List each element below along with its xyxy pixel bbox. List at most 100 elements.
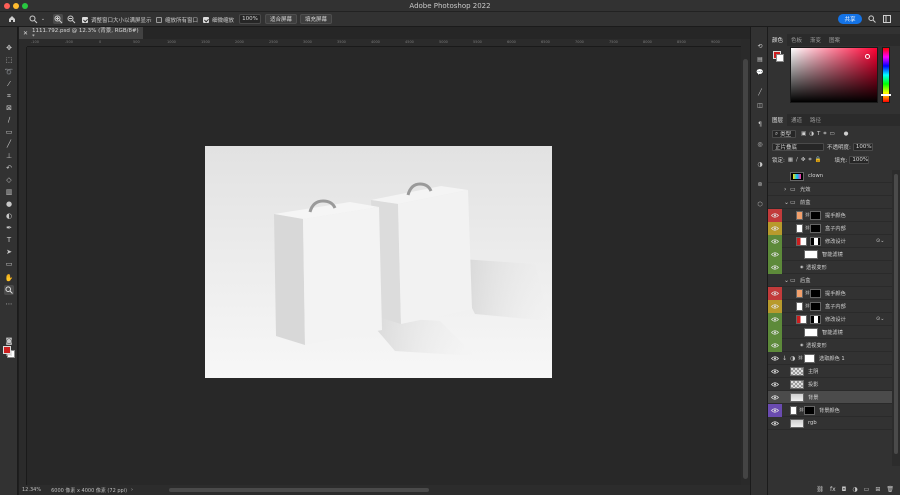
vertical-ruler[interactable]: [19, 47, 27, 485]
zoom-all-windows-checkbox[interactable]: 缩放所有窗口: [156, 15, 198, 24]
dodge-tool-icon[interactable]: ◐: [4, 211, 14, 221]
tab-patterns[interactable]: 图案: [825, 34, 844, 46]
layer-mask-thumbnail[interactable]: [804, 354, 815, 363]
link-icon[interactable]: ⛓: [798, 355, 803, 360]
layer-name[interactable]: 透视变形: [806, 264, 827, 271]
vertical-scroll-thumb[interactable]: [743, 59, 748, 479]
healing-brush-tool-icon[interactable]: ▭: [4, 127, 14, 137]
layer-filter-icons[interactable]: ▣◑T⌗▭: [801, 131, 838, 138]
chevron-down-icon[interactable]: ⌄: [784, 277, 789, 284]
fit-screen-button[interactable]: 适合屏幕: [265, 14, 297, 24]
smart-object-badge-icon[interactable]: ⊙⌄: [876, 238, 884, 244]
layer-row[interactable]: ⌄ ▭ 前盒: [768, 196, 892, 209]
layer-row[interactable]: ⛓ 盒子内部: [768, 300, 892, 313]
layer-row[interactable]: 背景: [768, 391, 892, 404]
document-tab[interactable]: ✕ 1111.792.psd @ 12.3% (背景, RGB/8#) *: [19, 27, 143, 40]
adjustment-layer-icon[interactable]: ◑: [790, 355, 795, 362]
layer-row[interactable]: ↓ ◑ ⛓ 选取颜色 1: [768, 352, 892, 365]
properties-panel-icon[interactable]: ▤: [755, 54, 765, 64]
adjustment-layer-icon[interactable]: ◑: [852, 486, 857, 493]
layer-row[interactable]: ⛓ 提手颜色: [768, 209, 892, 222]
history-panel-icon[interactable]: ⟲: [755, 41, 765, 51]
chevron-right-icon[interactable]: ›: [784, 186, 786, 193]
lasso-tool-icon[interactable]: ➰: [4, 67, 14, 77]
eye-icon[interactable]: [768, 326, 782, 339]
eye-hidden-icon[interactable]: [768, 196, 782, 209]
smart-filter-mask-thumbnail[interactable]: [804, 328, 818, 337]
filter-toggle-icon[interactable]: ●: [844, 131, 849, 137]
zoom-level-readout[interactable]: 12.34%: [22, 487, 41, 493]
eye-icon[interactable]: [768, 209, 782, 222]
color-picker-cursor[interactable]: [865, 54, 870, 59]
link-layers-icon[interactable]: ⛓: [816, 486, 824, 493]
layers-scrollbar[interactable]: [892, 170, 900, 466]
eye-icon[interactable]: [768, 313, 782, 326]
layer-fill-thumbnail[interactable]: [796, 302, 803, 311]
layer-name[interactable]: 盒子内部: [825, 225, 846, 232]
layer-name[interactable]: 投影: [808, 381, 818, 388]
layer-row[interactable]: 投影: [768, 378, 892, 391]
learn-panel-icon[interactable]: ⊚: [755, 179, 765, 189]
layer-mask-thumbnail[interactable]: [810, 224, 821, 233]
layer-name[interactable]: 盒子内部: [825, 303, 846, 310]
layer-thumbnail[interactable]: [790, 367, 804, 376]
add-mask-icon[interactable]: ◘: [842, 486, 847, 493]
tab-layers[interactable]: 图层: [768, 114, 788, 126]
layer-style-icon[interactable]: fx: [830, 486, 836, 493]
layer-row[interactable]: rgb: [768, 417, 892, 430]
layer-name[interactable]: 主阴: [808, 368, 818, 375]
smart-object-badge-icon[interactable]: ⊙⌄: [876, 316, 884, 322]
history-brush-tool-icon[interactable]: ↶: [4, 163, 14, 173]
comment-panel-icon[interactable]: 💬: [755, 67, 765, 77]
new-group-icon[interactable]: ▭: [864, 486, 870, 493]
type-tool-icon[interactable]: T: [4, 235, 14, 245]
filter-visibility-icon[interactable]: ◉: [800, 342, 804, 347]
rectangle-tool-icon[interactable]: ▭: [4, 259, 14, 269]
layer-row[interactable]: ⛓ 提手颜色: [768, 287, 892, 300]
layer-row[interactable]: ⛓ 背景颜色: [768, 404, 892, 417]
eye-icon[interactable]: [768, 287, 782, 300]
more-tools-icon[interactable]: ⋯: [4, 299, 14, 309]
layer-thumbnail[interactable]: [790, 172, 804, 181]
smart-filter-mask-thumbnail[interactable]: [804, 250, 818, 259]
blend-mode-select[interactable]: 正片叠底: [772, 143, 824, 151]
layer-row[interactable]: ⊙⌄ 修改设计: [768, 235, 892, 248]
gradient-tool-icon[interactable]: ▥: [4, 187, 14, 197]
layer-name[interactable]: 光效: [800, 186, 810, 193]
tab-channels[interactable]: 通道: [787, 114, 806, 126]
zoom-in-icon[interactable]: [53, 14, 63, 24]
zoom-tool-icon[interactable]: [4, 285, 14, 295]
layer-row[interactable]: ⊙⌄ 修改设计: [768, 313, 892, 326]
layer-name[interactable]: 背景: [808, 394, 818, 401]
layer-name[interactable]: 透视变形: [806, 342, 827, 349]
layer-mask-thumbnail[interactable]: [810, 211, 821, 220]
search-icon[interactable]: [867, 14, 877, 24]
layer-name[interactable]: 前盒: [800, 199, 810, 206]
path-selection-tool-icon[interactable]: ➤: [4, 247, 14, 257]
layer-fill-thumbnail[interactable]: [796, 211, 803, 220]
layer-name[interactable]: 智能滤镜: [822, 251, 843, 258]
layer-filter-select[interactable]: ⌕ 类型: [772, 130, 796, 138]
checkbox-checked-icon[interactable]: [203, 16, 209, 23]
tab-paths[interactable]: 路径: [806, 114, 825, 126]
tab-gradients[interactable]: 渐变: [806, 34, 825, 46]
share-button[interactable]: 共享: [838, 14, 862, 24]
layer-row[interactable]: › ▭ 光效: [768, 183, 892, 196]
layer-row[interactable]: 主阴: [768, 365, 892, 378]
layer-name[interactable]: 提手颜色: [825, 290, 846, 297]
paragraph-panel-icon[interactable]: ¶: [755, 119, 765, 129]
layer-name[interactable]: clown: [808, 173, 823, 179]
layer-name[interactable]: 后盒: [800, 277, 810, 284]
eye-icon[interactable]: [768, 300, 782, 313]
layer-row[interactable]: 智能滤镜: [768, 326, 892, 339]
layer-name[interactable]: 选取颜色 1: [819, 355, 845, 362]
color-picker-field[interactable]: [790, 47, 878, 103]
eye-icon[interactable]: [768, 248, 782, 261]
document-canvas-image[interactable]: [205, 146, 552, 378]
layer-name[interactable]: 提手颜色: [825, 212, 846, 219]
blur-tool-icon[interactable]: ●: [4, 199, 14, 209]
lock-icons[interactable]: ▦∕✥⌗🔒: [788, 157, 825, 164]
smart-object-thumbnail[interactable]: [796, 237, 807, 246]
chevron-down-icon[interactable]: ⌄: [784, 199, 789, 206]
tab-swatches[interactable]: 色板: [787, 34, 806, 46]
